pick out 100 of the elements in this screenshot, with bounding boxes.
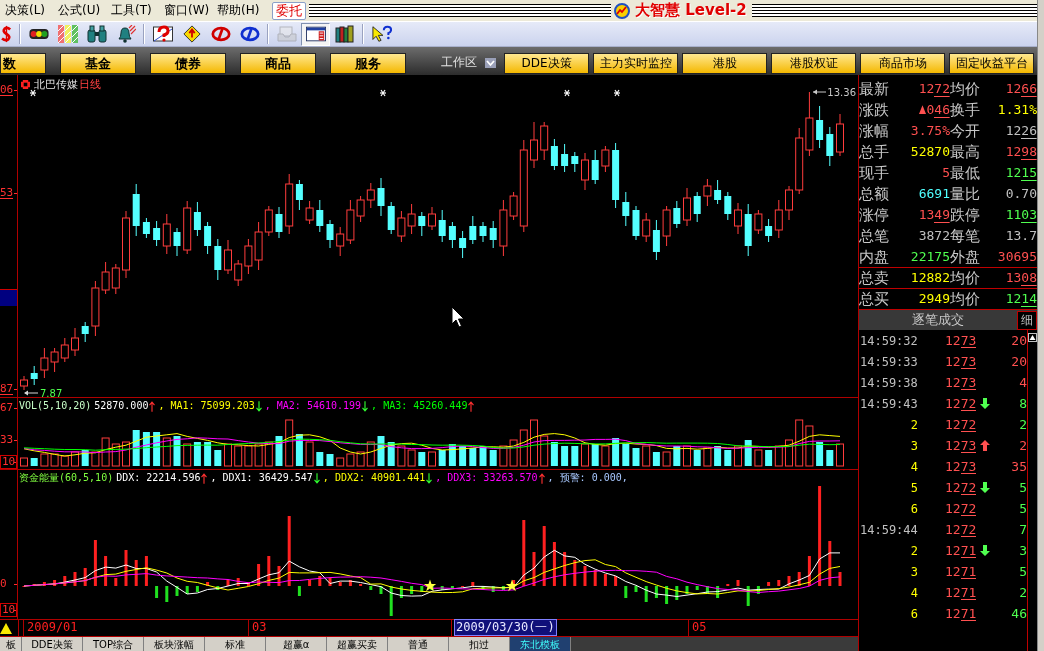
menu-item[interactable]: 工具(T) — [106, 2, 159, 19]
tab[interactable]: 标准 — [205, 637, 266, 651]
menu-item[interactable]: 窗口(W) — [159, 2, 212, 19]
trade-price: 1273 — [945, 354, 977, 369]
legend-label: 52870.000 — [94, 400, 149, 412]
slashed-oval-icon — [210, 25, 231, 43]
trade-volume: 5 — [1018, 564, 1027, 579]
tab[interactable]: 板块涨幅 — [144, 637, 205, 651]
trade-time: 6 — [909, 501, 918, 516]
quote-value: 0.70 — [1005, 185, 1037, 202]
quote-label: 总手 — [859, 142, 890, 161]
quote-value: 22175 — [910, 248, 950, 265]
trade-price: 1271 — [945, 606, 977, 621]
axis-label: 67 — [0, 402, 14, 414]
trade-time: 4 — [909, 585, 918, 600]
quote-value: 1308 — [1005, 270, 1037, 286]
trade-time: 14:59:43 — [860, 396, 918, 411]
legend-label: , MA2: 54610.199 — [264, 400, 362, 412]
trade-button[interactable]: 委托 — [272, 1, 306, 20]
legend-label: , DDX3: 33263.570 — [435, 472, 538, 484]
tab[interactable]: DDE决策 — [22, 637, 83, 651]
scroll-up-icon[interactable] — [1028, 333, 1037, 342]
date-label: 03 — [251, 620, 268, 635]
quote-label: 今开 — [950, 121, 981, 140]
tab[interactable]: 板 — [0, 637, 22, 651]
menu-item[interactable]: 决策(L) — [0, 2, 53, 19]
quote-value: 5 — [942, 164, 950, 181]
slashed-oval-icon — [239, 25, 260, 43]
date-label: 2009/03/30(一) — [454, 619, 557, 636]
nav-button[interactable]: 服务 — [330, 53, 406, 74]
trade-price: 1272 — [945, 522, 977, 537]
quote-label: 均价 — [950, 79, 981, 98]
quote-label: 最新 — [859, 79, 890, 98]
nav-button[interactable]: 港股 — [682, 53, 767, 74]
question-card-icon — [152, 25, 173, 43]
quote-label: 涨幅 — [859, 121, 890, 140]
nav-button[interactable]: 主力实时监控 — [593, 53, 678, 74]
detail-button[interactable]: 细 — [1017, 310, 1037, 330]
low-price-label: 7.87 — [40, 388, 63, 397]
help-pointer-icon — [371, 25, 392, 43]
current-price-marker — [0, 289, 17, 306]
quote-label: 现手 — [859, 163, 890, 182]
tab[interactable]: 普通 — [388, 637, 449, 651]
quote-label: 换手 — [950, 100, 981, 119]
trade-volume: 4 — [1018, 375, 1027, 390]
axis-label: 33 — [0, 434, 14, 446]
nav-button[interactable]: 港股权证 — [771, 53, 856, 74]
quote-label: 总买 — [859, 290, 890, 308]
axis-label: 0 — [0, 578, 7, 590]
books-icon — [334, 25, 355, 43]
trade-volume: 5 — [1018, 501, 1027, 516]
chevron-down-icon[interactable] — [485, 58, 496, 68]
nav-button[interactable]: 债券 — [150, 53, 226, 74]
trade-volume: 8 — [1018, 396, 1027, 411]
tab[interactable]: 超赢α — [266, 637, 327, 651]
tab[interactable]: 东北模板 — [510, 637, 571, 651]
nav-button[interactable]: DDE决策 — [504, 53, 589, 74]
quote-value: 1214 — [1005, 291, 1037, 307]
workspace-label: 工作区 — [441, 54, 477, 71]
tab[interactable]: 扣过 — [449, 637, 510, 651]
trade-time: 3 — [909, 438, 918, 453]
menu-item[interactable]: 公式(U) — [53, 2, 106, 19]
diamond-arrow-icon — [181, 25, 202, 43]
nav-button[interactable]: 基金 — [60, 53, 136, 74]
nav-button[interactable]: 固定收益平台 — [949, 53, 1034, 74]
trades-title: 逐笔成交 — [911, 311, 965, 329]
chart-period: 日线 — [79, 77, 101, 92]
legend-label: VOL(5,10,20) — [19, 400, 92, 412]
legend-label: , MA1: 75099.203 — [158, 400, 255, 412]
toolbar-button[interactable] — [301, 22, 330, 46]
legend-label: DDX: 22214.596 — [116, 472, 201, 484]
quote-value: 13.7 — [1005, 227, 1037, 244]
trade-volume: 7 — [1018, 522, 1027, 537]
mouse-pointer-icon — [451, 306, 465, 328]
asterisk-marker-icon — [563, 89, 571, 97]
quote-value: 12882 — [910, 270, 950, 286]
quote-label: 最高 — [950, 142, 981, 161]
quote-label: 涨停 — [859, 205, 890, 224]
trade-volume: 35 — [1010, 459, 1027, 474]
logo-icon — [614, 2, 630, 19]
high-price-label: 13.36 — [827, 87, 856, 98]
axis-label: 06 — [0, 84, 14, 96]
quote-value: 6691 — [918, 185, 950, 202]
nav-button[interactable]: 数 — [0, 53, 46, 74]
trade-volume: 2 — [1018, 585, 1027, 600]
tab[interactable]: 超赢买卖 — [327, 637, 388, 651]
legend-label: , DDX1: 36429.547 — [210, 472, 313, 484]
quote-label: 总额 — [859, 184, 890, 203]
trade-time: 14:59:32 — [860, 333, 918, 348]
trade-price: 1272 — [945, 501, 977, 516]
trade-time: 5 — [909, 480, 918, 495]
menu-item[interactable]: 帮助(H) — [212, 2, 265, 19]
quote-label: 涨跌 — [859, 100, 890, 119]
tab[interactable]: TOP综合 — [83, 637, 144, 651]
trade-price: 1273 — [945, 438, 977, 453]
nav-button[interactable]: 商品市场 — [860, 53, 945, 74]
nav-button[interactable]: 商品 — [240, 53, 316, 74]
triangle-up-icon[interactable] — [0, 622, 12, 634]
quote-label: 总笔 — [859, 226, 890, 245]
quote-label: 每笔 — [950, 226, 981, 245]
